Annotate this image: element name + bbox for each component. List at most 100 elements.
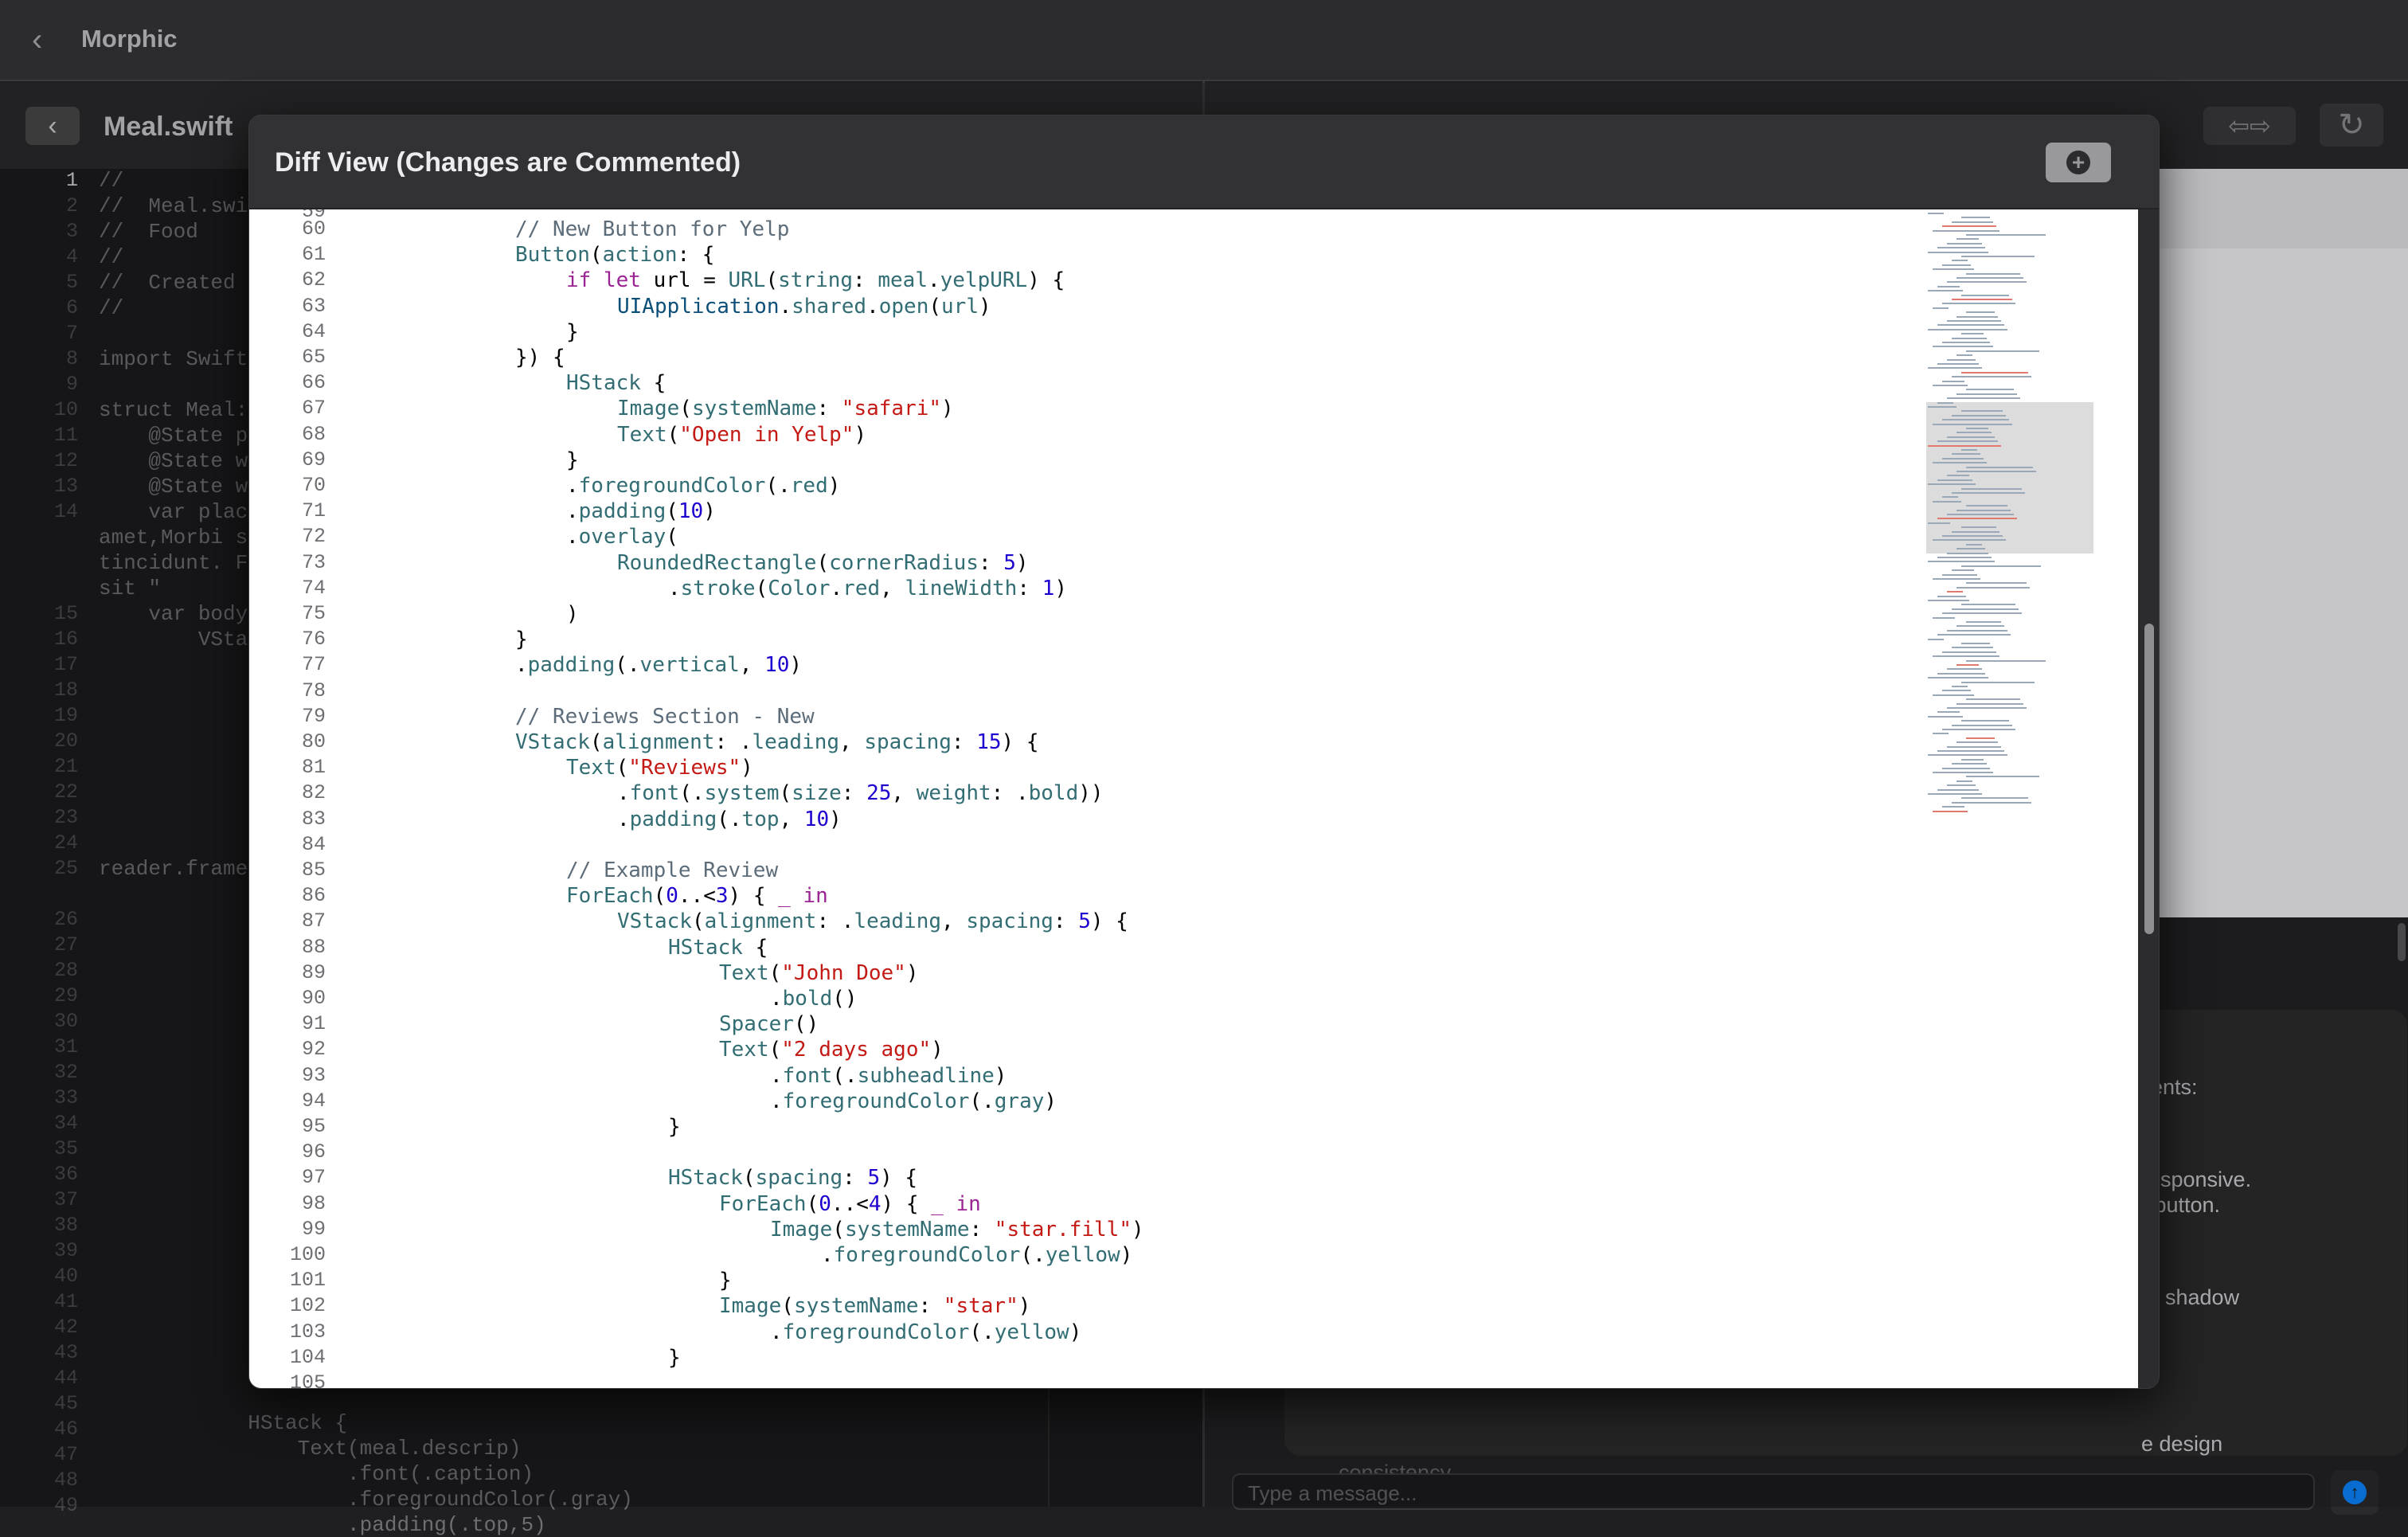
add-button[interactable]: + bbox=[2046, 143, 2111, 182]
code-token: system bbox=[704, 781, 780, 806]
code-line: // Reviews Section - New bbox=[515, 705, 815, 729]
code-token: "Open in Yelp" bbox=[679, 422, 854, 447]
line-number: 70 bbox=[301, 474, 326, 497]
minimap-line bbox=[1942, 380, 1964, 382]
minimap-line bbox=[1937, 363, 1979, 365]
code-line: // New Button for Yelp bbox=[515, 217, 789, 241]
code-token: ) bbox=[994, 1063, 1007, 1088]
minimap-line bbox=[1942, 457, 1984, 460]
diff-scrollbar[interactable] bbox=[2138, 209, 2159, 1388]
code-line: .font(.system(size: 25, weight: .bold)) bbox=[617, 781, 1104, 805]
line-number: 84 bbox=[301, 832, 326, 856]
minimap-line bbox=[1933, 462, 1987, 464]
minimap-line bbox=[1952, 492, 2025, 494]
minimap-line bbox=[1933, 385, 1968, 386]
code-token: ( bbox=[781, 1294, 794, 1319]
minimap-line bbox=[1933, 810, 1968, 812]
line-number: 99 bbox=[301, 1217, 326, 1241]
code-token: , bbox=[891, 781, 917, 806]
code-token: foregroundColor bbox=[578, 474, 766, 498]
code-token: ( bbox=[589, 730, 603, 754]
code-token: (. bbox=[969, 1089, 995, 1113]
scroll-thumb[interactable] bbox=[2144, 624, 2154, 934]
code-token: : bbox=[1017, 576, 1042, 600]
code-token: spacing bbox=[966, 909, 1054, 934]
code-line: } bbox=[668, 1115, 681, 1139]
code-token: ) { bbox=[1001, 730, 1039, 754]
code-token: Image bbox=[719, 1294, 782, 1319]
code-token: foregroundColor bbox=[833, 1243, 1021, 1267]
code-token: , bbox=[839, 730, 865, 754]
line-number: 101 bbox=[289, 1269, 326, 1293]
code-token: gray bbox=[994, 1089, 1045, 1113]
minimap-line bbox=[1947, 668, 1982, 671]
minimap-line bbox=[1933, 539, 2006, 542]
code-token: HStack bbox=[566, 371, 641, 396]
code-token: ) { bbox=[728, 884, 779, 909]
minimap-line bbox=[1942, 651, 1996, 653]
code-token: spacing bbox=[864, 730, 952, 754]
code-token: ( bbox=[666, 422, 680, 447]
code-token: . bbox=[770, 987, 783, 1011]
code-token: ..< bbox=[831, 1191, 869, 1216]
code-token: alignment bbox=[704, 909, 817, 934]
minimap-line bbox=[1961, 758, 1984, 761]
line-number: 86 bbox=[301, 884, 326, 908]
code-token: : . bbox=[991, 781, 1029, 806]
code-token: ) bbox=[827, 474, 841, 498]
code-token: foregroundColor bbox=[782, 1320, 970, 1344]
line-number: 98 bbox=[301, 1191, 326, 1215]
code-token: url = bbox=[640, 268, 729, 293]
minimap-line bbox=[1947, 281, 2027, 284]
code-token: } bbox=[668, 1115, 681, 1139]
minimap-line bbox=[1937, 285, 1960, 287]
minimap-line bbox=[1966, 659, 2046, 662]
code-token: size bbox=[792, 781, 842, 806]
code-token: subheadline bbox=[857, 1063, 995, 1088]
code-token: Button bbox=[515, 243, 590, 268]
code-token: ( bbox=[928, 294, 942, 319]
minimap-line bbox=[1933, 733, 1949, 735]
code-token: systemName bbox=[691, 397, 817, 421]
minimap-line bbox=[1956, 548, 1985, 550]
code-token: . bbox=[821, 1243, 834, 1267]
code-line: Button(action: { bbox=[515, 243, 714, 267]
minimap-line bbox=[1942, 419, 2009, 421]
minimap-line bbox=[1933, 578, 1980, 580]
code-token: ) bbox=[703, 499, 716, 524]
chevron-left-icon[interactable]: ‹ bbox=[32, 24, 64, 56]
code-token: ) { bbox=[1090, 909, 1128, 934]
code-token: UIApplication bbox=[617, 294, 780, 319]
code-token: leading bbox=[752, 730, 840, 754]
code-token: . bbox=[566, 474, 579, 498]
code-token: systemName bbox=[844, 1217, 970, 1242]
code-token: ) bbox=[1069, 1320, 1082, 1344]
code-token: URL bbox=[728, 268, 766, 293]
code-token: font bbox=[782, 1063, 833, 1088]
line-number: 90 bbox=[301, 987, 326, 1010]
minimap-line bbox=[1942, 496, 1958, 499]
minimap-line bbox=[1933, 772, 1993, 773]
diff-code-area[interactable]: 59 60// New Button for Yelp 61 Button(actio… bbox=[249, 209, 2138, 1388]
minimap-line bbox=[1961, 526, 1996, 529]
code-minimap[interactable] bbox=[1921, 209, 2138, 1388]
code-token: weight bbox=[916, 781, 991, 806]
code-token: action bbox=[602, 243, 678, 268]
code-token: . bbox=[927, 268, 940, 293]
minimap-line bbox=[1928, 483, 1976, 486]
minimap-line bbox=[1937, 557, 1992, 558]
minimap-line bbox=[1966, 311, 1995, 314]
minimap-line bbox=[1966, 543, 1982, 546]
code-line: .padding(.top,5) bbox=[99, 1513, 546, 1537]
code-token: ) bbox=[1131, 1217, 1144, 1242]
code-line: UIApplication.shared.open(url) bbox=[617, 295, 991, 319]
minimap-line bbox=[1952, 724, 2012, 726]
minimap-line bbox=[1928, 522, 1950, 524]
line-number: 80 bbox=[301, 730, 326, 753]
code-token: : bbox=[853, 268, 878, 293]
line-number: 79 bbox=[301, 704, 326, 728]
code-token: ) { bbox=[880, 1166, 918, 1191]
minimap-line bbox=[1937, 788, 1979, 791]
code-token: 10 bbox=[678, 499, 704, 524]
minimap-line bbox=[1956, 625, 2004, 628]
